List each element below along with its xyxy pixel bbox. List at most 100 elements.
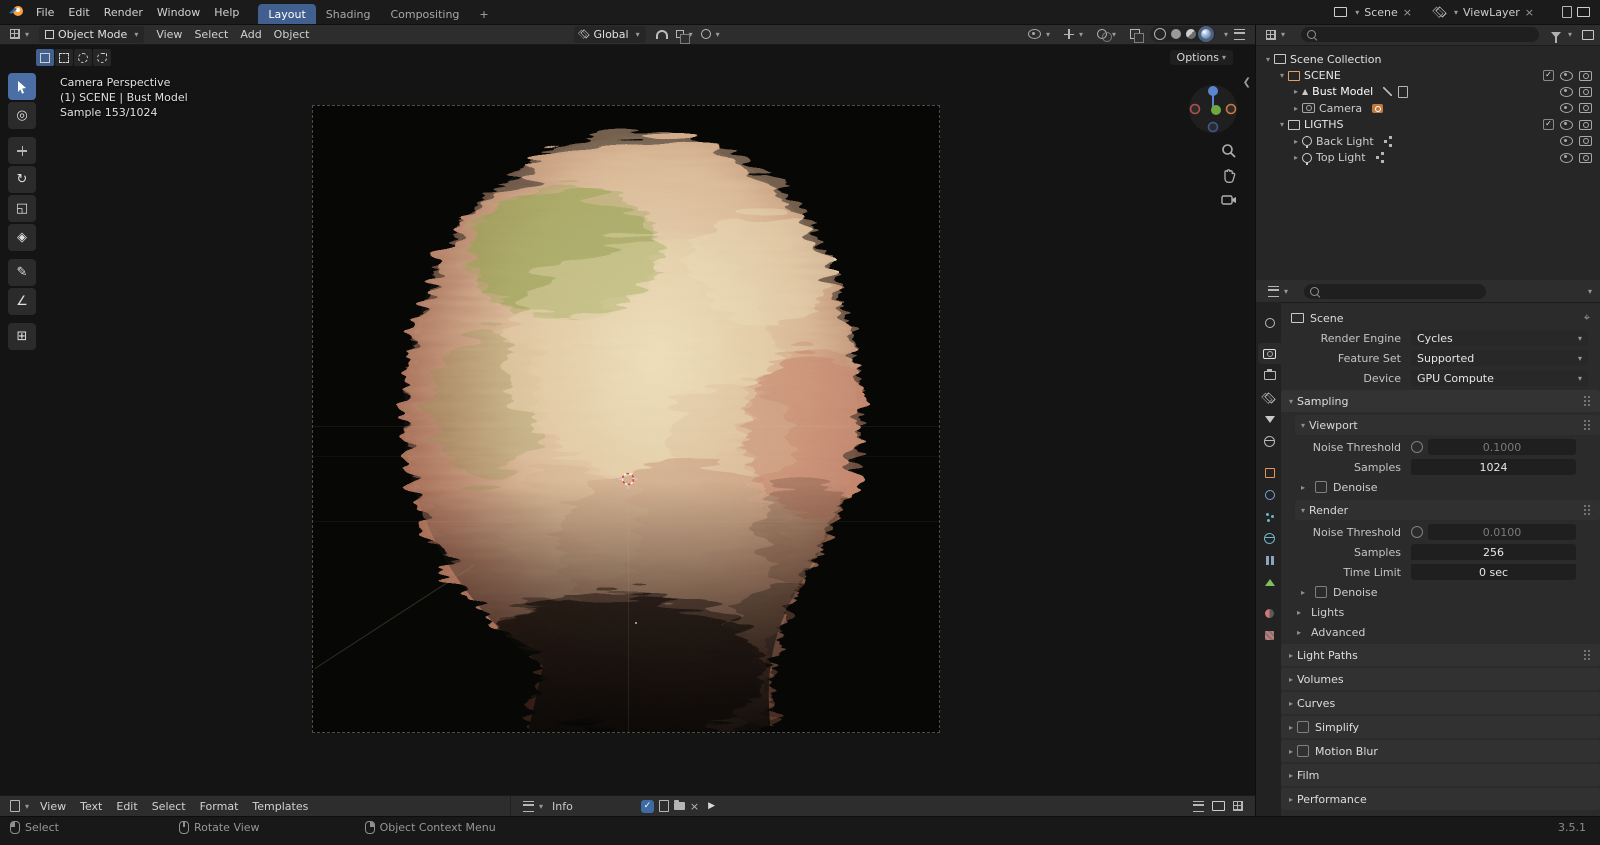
expander-icon[interactable]: ▸ <box>1290 104 1302 113</box>
list-view-icon[interactable] <box>1193 800 1204 812</box>
vp-denoise-toggle[interactable]: ▸ Denoise <box>1281 477 1600 497</box>
render-visibility-icon[interactable] <box>1579 103 1592 114</box>
proportional-edit-toggle[interactable]: ▾ <box>697 24 724 45</box>
feature-set-select[interactable]: Supported ▾ <box>1411 350 1588 366</box>
check-badge-icon[interactable]: ✓ <box>640 799 654 813</box>
object-visibility-dropdown[interactable]: ▾ <box>1024 24 1054 45</box>
filter-funnel-icon[interactable] <box>1550 31 1561 43</box>
gizmos-toggle[interactable]: ▾ <box>1060 24 1087 45</box>
play-icon[interactable]: ▶ <box>708 801 715 811</box>
nav-gizmo[interactable] <box>1187 83 1239 138</box>
motion-blur-checkbox[interactable] <box>1297 745 1309 757</box>
tab-object-data[interactable] <box>1258 572 1281 593</box>
tab-output[interactable] <box>1258 365 1281 386</box>
filter-dropdown[interactable]: ▾ <box>1568 30 1572 39</box>
select-mode-lasso[interactable] <box>93 49 111 66</box>
r-denoise-toggle[interactable]: ▸ Denoise <box>1281 582 1600 602</box>
panel-performance[interactable]: ▸ Performance <box>1281 788 1600 810</box>
solid-shading-button[interactable] <box>1170 29 1181 39</box>
eye-icon[interactable] <box>1560 103 1573 114</box>
shading-dropdown[interactable]: ▾ <box>1224 30 1228 39</box>
render-visibility-icon[interactable] <box>1579 152 1592 163</box>
select-mode-circle[interactable] <box>74 49 92 66</box>
chevron-down-icon[interactable]: ▾ <box>1355 8 1359 17</box>
text-menu-view[interactable]: View <box>33 794 73 818</box>
rendered-shading-button[interactable] <box>1200 29 1211 39</box>
text-menu-select[interactable]: Select <box>145 794 193 818</box>
noise-threshold-checkbox[interactable] <box>1411 526 1423 538</box>
viewlayer-name[interactable]: ViewLayer <box>1463 6 1520 19</box>
outliner-row-top-light[interactable]: ▸ Top Light <box>1256 149 1600 165</box>
expander-icon[interactable]: ▾ <box>1276 71 1288 80</box>
material-shading-button[interactable] <box>1185 29 1196 39</box>
transform-orientation[interactable]: Global ▾ <box>573 25 646 43</box>
pin-icon[interactable]: ⌖ <box>1584 311 1590 325</box>
menu-select[interactable]: Select <box>188 24 234 45</box>
tab-layout[interactable]: Layout <box>258 4 316 24</box>
grip-dots-icon[interactable] <box>1584 505 1586 507</box>
collection-checkbox[interactable]: ✓ <box>1543 119 1554 131</box>
select-mode-box[interactable] <box>55 49 73 66</box>
simplify-checkbox[interactable] <box>1297 721 1309 733</box>
eye-icon[interactable] <box>1560 86 1573 97</box>
panel-simplify[interactable]: ▸ Simplify <box>1281 716 1600 738</box>
snap-target[interactable]: ▾ <box>672 24 697 45</box>
delete-reports-icon[interactable]: × <box>690 800 699 813</box>
time-limit-field[interactable]: 0 sec <box>1411 564 1576 580</box>
tool-scale[interactable]: ◱ <box>8 195 36 222</box>
sidebar-toggle-arrow[interactable]: ❮ <box>1243 77 1251 88</box>
tool-move[interactable] <box>8 137 36 164</box>
menu-help[interactable]: Help <box>207 0 246 24</box>
nodetree-icon[interactable] <box>1375 156 1379 160</box>
mode-selector[interactable]: Object Mode ▾ <box>39 25 145 43</box>
camera-view-icon[interactable] <box>1221 193 1237 210</box>
grip-dots-icon[interactable] <box>1584 650 1586 652</box>
pan-hand-icon[interactable] <box>1221 168 1237 187</box>
tab-physics[interactable] <box>1258 528 1281 549</box>
denoise-checkbox[interactable] <box>1315 481 1327 493</box>
new-collection-button[interactable] <box>1582 29 1594 40</box>
folder-icon[interactable] <box>673 800 685 810</box>
breadcrumb-label[interactable]: Scene <box>1310 312 1344 325</box>
eye-icon[interactable] <box>1560 70 1573 81</box>
eye-icon[interactable] <box>1560 119 1573 130</box>
snap-toggle[interactable] <box>652 24 672 45</box>
text-menu-templates[interactable]: Templates <box>245 794 315 818</box>
properties-search-input[interactable] <box>1304 283 1487 299</box>
outliner-search-input[interactable] <box>1301 27 1539 42</box>
copy-report-icon[interactable] <box>658 800 669 812</box>
text-menu-format[interactable]: Format <box>193 794 246 818</box>
tool-measure[interactable]: ∠ <box>8 288 36 315</box>
eye-icon[interactable] <box>1560 136 1573 147</box>
tab-view-layer[interactable] <box>1258 387 1281 408</box>
menu-window[interactable]: Window <box>150 0 207 24</box>
camera-data-icon[interactable] <box>1372 103 1384 113</box>
panel-volumes[interactable]: ▸ Volumes <box>1281 668 1600 690</box>
tool-cursor[interactable]: ◎ <box>8 102 36 129</box>
panel-motion-blur[interactable]: ▸ Motion Blur <box>1281 740 1600 762</box>
outliner-row-lights[interactable]: ▾ LIGTHS ✓ <box>1256 117 1600 133</box>
panel-light-paths[interactable]: ▸ Light Paths <box>1281 644 1600 666</box>
menu-render[interactable]: Render <box>97 0 150 24</box>
tab-compositing[interactable]: Compositing <box>380 4 469 24</box>
new-layer-icon[interactable] <box>1562 6 1572 18</box>
text-menu-edit[interactable]: Edit <box>109 794 144 818</box>
device-select[interactable]: GPU Compute ▾ <box>1411 370 1588 386</box>
select-mode-tweak[interactable] <box>36 49 54 66</box>
expander-icon[interactable]: ▸ <box>1290 137 1302 146</box>
noise-threshold-checkbox[interactable] <box>1411 441 1423 453</box>
properties-filter-dropdown[interactable]: ▾ <box>1588 287 1592 296</box>
viewport-menu-icon[interactable] <box>1234 28 1245 40</box>
scene-selector-icon[interactable] <box>1334 7 1348 17</box>
xray-toggle[interactable] <box>1126 24 1144 45</box>
menu-file[interactable]: File <box>29 0 61 24</box>
properties-editor-type-button[interactable]: ▾ <box>1264 281 1292 302</box>
denoise-checkbox[interactable] <box>1315 586 1327 598</box>
panel-film[interactable]: ▸ Film <box>1281 764 1600 786</box>
outliner-row-scene[interactable]: ▾ SCENE ✓ <box>1256 67 1600 83</box>
modifier-icon[interactable] <box>1383 87 1393 97</box>
tab-render[interactable] <box>1258 343 1281 364</box>
chevron-down-icon[interactable]: ▾ <box>1454 8 1458 17</box>
expander-icon[interactable]: ▾ <box>1276 120 1288 129</box>
viewlayer-icon[interactable] <box>1435 6 1447 18</box>
